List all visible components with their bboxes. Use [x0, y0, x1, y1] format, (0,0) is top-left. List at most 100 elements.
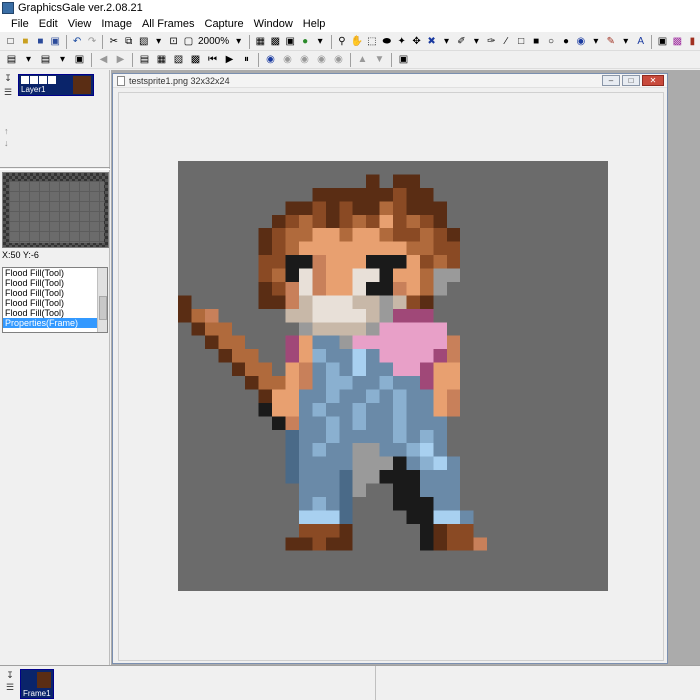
alpha-flag-icon[interactable] — [39, 76, 47, 84]
brush-dropdown-icon[interactable]: ▾ — [470, 35, 483, 49]
history-item[interactable]: Flood Fill(Tool) — [3, 278, 107, 288]
move-layer-down-icon[interactable]: ↓ — [4, 137, 9, 149]
menu-all-frames[interactable]: All Frames — [137, 16, 200, 32]
paste-dropdown-icon[interactable]: ▾ — [152, 35, 165, 49]
download-layer-icon[interactable]: ↧ — [1, 72, 15, 84]
move-layer-up-icon[interactable]: ↑ — [4, 125, 9, 137]
layer-stack-icon[interactable]: ☰ — [1, 86, 15, 98]
menu-view[interactable]: View — [63, 16, 97, 32]
eyedropper-icon[interactable]: ✎ — [604, 35, 617, 49]
frame-props-icon[interactable]: ▣ — [72, 53, 87, 67]
rectangle-icon[interactable]: □ — [515, 35, 528, 49]
canvas-viewport[interactable] — [118, 92, 664, 661]
new-frame-icon[interactable]: ▤ — [137, 53, 152, 67]
sprite-canvas[interactable] — [178, 161, 608, 591]
lock-flag-icon[interactable] — [30, 76, 38, 84]
fill-icon[interactable]: ◉ — [574, 35, 587, 49]
onion-prev-icon[interactable]: ◉ — [280, 53, 295, 67]
paste-frame-icon[interactable]: ▧ — [171, 53, 186, 67]
cut-icon[interactable]: ✂ — [107, 35, 120, 49]
ellipse-icon[interactable]: ○ — [545, 35, 558, 49]
filled-rectangle-icon[interactable]: ■ — [530, 35, 543, 49]
zoom-dropdown-icon[interactable]: ▾ — [232, 35, 245, 49]
new-file-icon[interactable]: □ — [4, 35, 17, 49]
menu-capture[interactable]: Capture — [200, 16, 249, 32]
transform-dropdown-icon[interactable]: ▾ — [440, 35, 453, 49]
layer-item-layer1[interactable]: Layer1 — [18, 74, 94, 96]
pencil-icon[interactable]: ✑ — [485, 35, 498, 49]
history-item[interactable]: Flood Fill(Tool) — [3, 288, 107, 298]
undo-icon[interactable]: ↶ — [71, 35, 84, 49]
history-item[interactable]: Flood Fill(Tool) — [3, 298, 107, 308]
document-title-bar[interactable]: testsprite1.png 32x32x24 – □ ✕ — [113, 74, 667, 88]
menu-help[interactable]: Help — [298, 16, 331, 32]
grid-icon[interactable]: ▦ — [254, 35, 267, 49]
text-icon[interactable]: A — [634, 35, 647, 49]
onion-settings-icon[interactable]: ◉ — [331, 53, 346, 67]
grid-settings-icon[interactable]: ▩ — [269, 35, 282, 49]
magic-wand-icon[interactable]: ✦ — [395, 35, 408, 49]
layer-list-dropdown-icon[interactable]: ▾ — [55, 53, 70, 67]
crop-icon[interactable]: ⊡ — [167, 35, 180, 49]
brush-icon[interactable]: ✐ — [455, 35, 468, 49]
palette-icon[interactable]: ▩ — [671, 35, 684, 49]
rewind-icon[interactable]: ⏮ — [205, 53, 220, 67]
open-folder-icon[interactable]: ■ — [19, 35, 32, 49]
onion-skin-icon[interactable]: ◉ — [263, 53, 278, 67]
frame-item-frame1[interactable]: Frame1 — [20, 669, 54, 699]
menu-image[interactable]: Image — [96, 16, 137, 32]
composite-icon[interactable]: ▣ — [396, 53, 411, 67]
play-icon[interactable]: ▶ — [222, 53, 237, 67]
magnifier-icon[interactable]: ⚲ — [335, 35, 348, 49]
zoom-select[interactable]: 2000% — [196, 36, 231, 47]
copy-icon[interactable]: ⧉ — [122, 35, 135, 49]
next-frame-icon[interactable]: ▶ — [113, 53, 128, 67]
move-down-icon[interactable]: ▼ — [372, 53, 387, 67]
move-icon[interactable]: ✥ — [410, 35, 423, 49]
save-icon[interactable]: ■ — [34, 35, 47, 49]
transform-icon[interactable]: ✖ — [425, 35, 438, 49]
history-list[interactable]: Flood Fill(Tool) Flood Fill(Tool) Flood … — [2, 267, 108, 333]
pause-icon[interactable]: ⏸ — [239, 53, 254, 67]
filled-ellipse-icon[interactable]: ● — [560, 35, 573, 49]
history-scrollbar[interactable] — [97, 268, 107, 332]
minimize-button[interactable]: – — [602, 75, 620, 86]
download-frame-icon[interactable]: ↧ — [3, 669, 17, 681]
mask-flag-icon[interactable] — [48, 76, 56, 84]
color-pick-icon[interactable]: ● — [299, 35, 312, 49]
frame-list-icon[interactable]: ▤ — [4, 53, 19, 67]
onion-both-icon[interactable]: ◉ — [314, 53, 329, 67]
redo-icon[interactable]: ↷ — [86, 35, 99, 49]
menu-edit[interactable]: Edit — [34, 16, 63, 32]
history-item[interactable]: Flood Fill(Tool) — [3, 268, 107, 278]
close-button[interactable]: ✕ — [642, 75, 664, 86]
line-icon[interactable]: ∕ — [500, 35, 513, 49]
paste-icon[interactable]: ▧ — [137, 35, 150, 49]
copy-frame-icon[interactable]: ▦ — [154, 53, 169, 67]
visibility-flag-icon[interactable] — [21, 76, 29, 84]
resize-icon[interactable]: ▢ — [182, 35, 195, 49]
onion-next-icon[interactable]: ◉ — [297, 53, 312, 67]
history-item[interactable]: Flood Fill(Tool) — [3, 308, 107, 318]
delete-frame-icon[interactable]: ▩ — [188, 53, 203, 67]
prev-frame-icon[interactable]: ◀ — [96, 53, 111, 67]
fill-dropdown-icon[interactable]: ▾ — [589, 35, 602, 49]
hand-icon[interactable]: ✋ — [350, 35, 363, 49]
lasso-select-icon[interactable]: ⬬ — [380, 35, 393, 49]
color-pick-dropdown-icon[interactable]: ▾ — [314, 35, 327, 49]
color-icon[interactable]: ▮ — [686, 35, 699, 49]
rect-select-icon[interactable]: ⬚ — [365, 35, 378, 49]
frame-stack-icon[interactable]: ☰ — [3, 681, 17, 693]
move-up-icon[interactable]: ▲ — [355, 53, 370, 67]
preview-panel[interactable] — [2, 172, 109, 248]
menu-file[interactable]: File — [6, 16, 34, 32]
menu-window[interactable]: Window — [249, 16, 298, 32]
layer-settings-icon[interactable]: ▣ — [656, 35, 669, 49]
frame-list-dropdown-icon[interactable]: ▾ — [21, 53, 36, 67]
scrollbar-thumb[interactable] — [99, 296, 107, 320]
history-item-selected[interactable]: Properties(Frame) — [3, 318, 107, 328]
save-as-icon[interactable]: ▣ — [49, 35, 62, 49]
maximize-button[interactable]: □ — [622, 75, 640, 86]
layer-list-icon[interactable]: ▤ — [38, 53, 53, 67]
show-pixel-icon[interactable]: ▣ — [284, 35, 297, 49]
